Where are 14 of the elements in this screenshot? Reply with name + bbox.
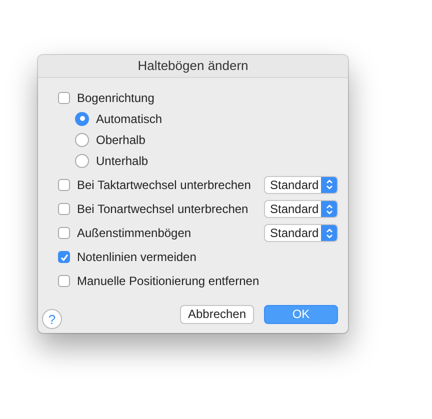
dropdown[interactable]: Standard [264,176,338,194]
option-label: Bogenrichtung [77,90,156,104]
dropdown[interactable]: Standard [264,224,338,242]
option-label: Außenstimmenbögen [77,226,192,240]
option-label: Oberhalb [96,132,146,146]
option-label: Bei Tonartwechsel unterbrechen [77,202,250,216]
window-title: Haltebögen ändern [38,55,348,78]
option-label: Unterhalb [96,154,150,168]
option-label: Automatisch [96,112,164,126]
option-label: Bei Taktartwechsel unterbrechen [77,178,252,192]
option-label: Manuelle Positionierung entfernen [77,274,260,288]
option-label: Notenlinien vermeiden [77,250,198,264]
cancel-button[interactable]: Abbrechen [180,304,254,324]
dropdown[interactable]: Standard [264,200,338,218]
